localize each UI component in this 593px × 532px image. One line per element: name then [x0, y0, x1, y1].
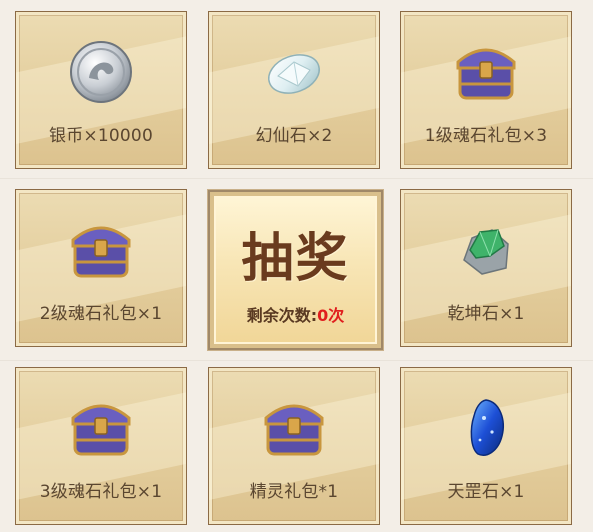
prize-cell-crystal: 幻仙石×2 — [208, 11, 380, 169]
prize-label: 1级魂石礼包×3 — [424, 126, 548, 146]
crystal-gem-icon — [268, 54, 320, 94]
silver-coin-icon — [70, 41, 132, 103]
prize-label: 银币×10000 — [49, 126, 153, 146]
prize-grid: 银币×10000 幻仙石×2 1级魂石礼包×3 2级魂石礼包×1 抽奖 剩余次数… — [0, 0, 593, 532]
prize-cell-soulstone-3: 3级魂石礼包×1 — [15, 367, 187, 525]
prize-cell-soulstone-1: 1级魂石礼包×3 — [400, 11, 572, 169]
blue-stone-icon — [470, 399, 504, 456]
prize-cell-qiankun: 乾坤石×1 — [400, 189, 572, 347]
prize-label: 幻仙石×2 — [255, 126, 333, 146]
treasure-chest-icon — [71, 404, 131, 456]
remaining-value: 0次 — [317, 306, 345, 325]
prize-label: 精灵礼包*1 — [249, 482, 339, 502]
green-ore-icon — [463, 229, 509, 275]
draw-button[interactable]: 抽奖 剩余次数:0次 — [208, 190, 383, 350]
remaining-draws: 剩余次数:0次 — [210, 302, 381, 326]
remaining-label: 剩余次数: — [246, 306, 318, 325]
prize-label: 天罡石×1 — [447, 482, 525, 502]
prize-cell-soulstone-2: 2级魂石礼包×1 — [15, 189, 187, 347]
prize-cell-silver-coin: 银币×10000 — [15, 11, 187, 169]
treasure-chest-icon — [264, 404, 324, 456]
prize-cell-elf-pack: 精灵礼包*1 — [208, 367, 380, 525]
treasure-chest-icon — [456, 48, 516, 100]
prize-label: 2级魂石礼包×1 — [39, 304, 163, 324]
prize-label: 3级魂石礼包×1 — [39, 482, 163, 502]
draw-title: 抽奖 — [241, 228, 350, 289]
treasure-chest-icon — [71, 226, 131, 278]
prize-cell-tiangang: 天罡石×1 — [400, 367, 572, 525]
prize-label: 乾坤石×1 — [447, 304, 525, 324]
